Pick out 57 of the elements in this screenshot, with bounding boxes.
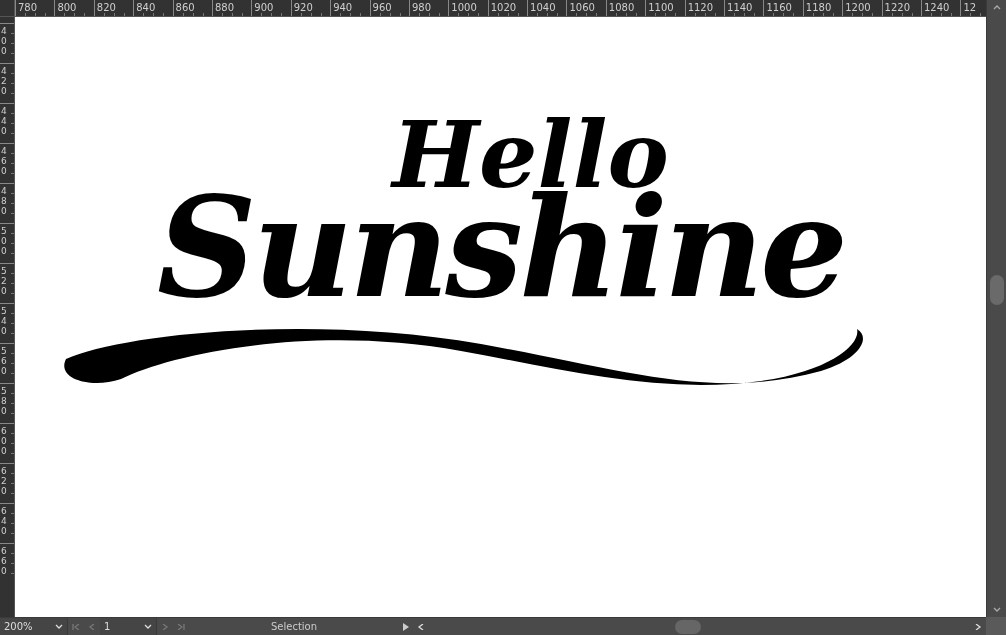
previous-artboard-icon[interactable] — [88, 623, 96, 630]
current-tool-label: Selection — [269, 621, 319, 632]
caret-icon[interactable] — [55, 623, 63, 630]
play-icon[interactable] — [403, 622, 409, 631]
vertical-scrollbar[interactable] — [986, 0, 1006, 617]
ruler-label: 1120 — [687, 2, 714, 13]
ruler-label: 540 — [1, 307, 8, 337]
ruler-label: 400 — [1, 27, 8, 57]
ruler-label: 1000 — [451, 2, 477, 13]
ruler-label: 600 — [1, 427, 8, 457]
ruler-label: 800 — [57, 2, 77, 13]
ruler-label: 860 — [175, 2, 195, 13]
next-artboard-icon[interactable] — [161, 623, 169, 630]
last-artboard-icon[interactable] — [177, 623, 185, 630]
scroll-up-icon[interactable] — [992, 4, 1001, 10]
ruler-label: 12 — [963, 2, 977, 13]
first-artboard-icon[interactable] — [72, 623, 80, 630]
ruler-label: 780 — [18, 2, 38, 13]
ruler-label: 480 — [1, 187, 8, 217]
ruler-label: 1080 — [608, 2, 635, 13]
scroll-down-icon[interactable] — [992, 607, 1001, 613]
ruler-label: 1160 — [766, 2, 792, 13]
ruler-label: 440 — [1, 107, 8, 137]
ruler-label: 1200 — [845, 2, 871, 13]
zoom-field[interactable]: 200% — [0, 617, 68, 635]
ruler-label: 1180 — [805, 2, 832, 13]
ruler-label: 960 — [372, 2, 392, 13]
scroll-right-icon[interactable] — [974, 623, 982, 630]
ruler-label: 840 — [136, 2, 156, 13]
ruler-label: 900 — [254, 2, 274, 13]
ruler-label: 580 — [1, 387, 8, 417]
ruler-label: 1040 — [530, 2, 556, 13]
ruler-label: 920 — [293, 2, 313, 13]
scroll-left-icon[interactable] — [417, 623, 425, 630]
ruler-label: 1220 — [884, 2, 911, 13]
caret-icon[interactable] — [144, 623, 152, 630]
ruler-label: 1240 — [924, 2, 950, 13]
scrollbar-corner — [986, 617, 1006, 635]
ruler-label: 880 — [214, 2, 235, 13]
scrollbar-thumb[interactable] — [989, 275, 1004, 305]
ruler-label: 940 — [333, 2, 353, 13]
ruler-label: 1060 — [569, 2, 595, 13]
ruler-label: 620 — [1, 467, 8, 497]
ruler-label: 820 — [96, 2, 116, 13]
ruler-label: 1100 — [648, 2, 674, 13]
ruler-label: 640 — [1, 507, 8, 537]
ruler-label: 980 — [411, 2, 431, 13]
ruler-label: 560 — [1, 347, 8, 377]
ruler-label: 520 — [1, 267, 8, 297]
scrollbar-thumb[interactable] — [675, 619, 701, 634]
ruler-label: 420 — [1, 67, 8, 97]
ruler-label: 1140 — [727, 2, 753, 13]
ruler-label: 660 — [1, 547, 8, 577]
artboard-field[interactable]: 1 — [100, 617, 157, 635]
ruler-label: 1020 — [490, 2, 517, 13]
ruler-label: 500 — [1, 227, 8, 257]
ruler-label: 460 — [1, 147, 8, 177]
